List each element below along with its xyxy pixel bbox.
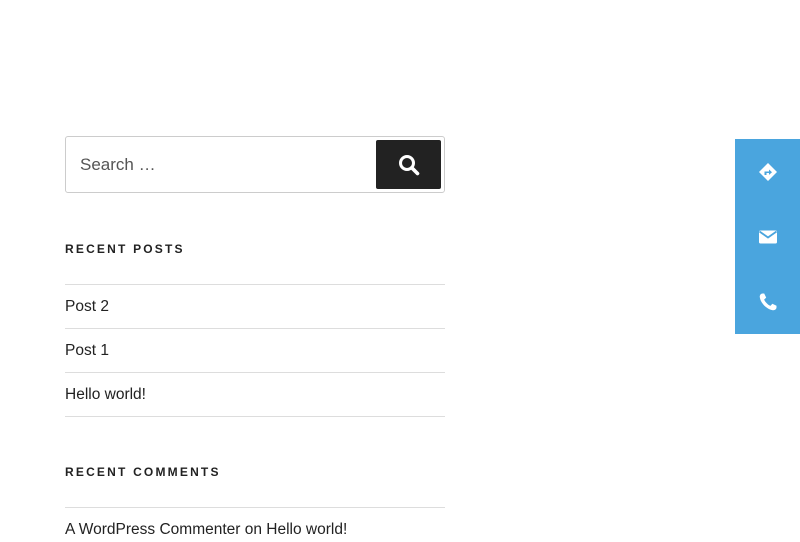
- list-item: Hello world!: [65, 372, 445, 417]
- phone-icon: [759, 293, 776, 310]
- recent-posts-title: RECENT POSTS: [65, 242, 185, 256]
- sidebar: RECENT POSTS Post 2 Post 1 Hello world! …: [65, 136, 445, 538]
- recent-comments-title: RECENT COMMENTS: [65, 465, 221, 479]
- search-form: [65, 136, 445, 193]
- comment-post-link[interactable]: Hello world!: [266, 521, 347, 539]
- page: RECENT POSTS Post 2 Post 1 Hello world! …: [0, 0, 800, 542]
- floating-contact-bar: [735, 139, 800, 334]
- list-item: A WordPress Commenter on Hello world!: [65, 507, 445, 542]
- email-button[interactable]: [735, 204, 800, 269]
- search-button[interactable]: [376, 140, 441, 189]
- search-icon: [398, 154, 419, 175]
- directions-button[interactable]: [735, 139, 800, 204]
- post-link[interactable]: Post 2: [65, 298, 109, 316]
- comment-connector: on: [240, 520, 267, 538]
- list-item: Post 2: [65, 284, 445, 328]
- search-input[interactable]: [80, 137, 360, 192]
- post-link[interactable]: Hello world!: [65, 386, 146, 404]
- recent-posts-list: Post 2 Post 1 Hello world!: [65, 284, 445, 417]
- envelope-icon: [758, 230, 777, 243]
- phone-button[interactable]: [735, 269, 800, 334]
- directions-icon: [758, 162, 777, 181]
- list-item: Post 1: [65, 328, 445, 372]
- recent-comments-list: A WordPress Commenter on Hello world!: [65, 507, 445, 542]
- post-link[interactable]: Post 1: [65, 342, 109, 360]
- comment-author-link[interactable]: A WordPress Commenter: [65, 521, 240, 539]
